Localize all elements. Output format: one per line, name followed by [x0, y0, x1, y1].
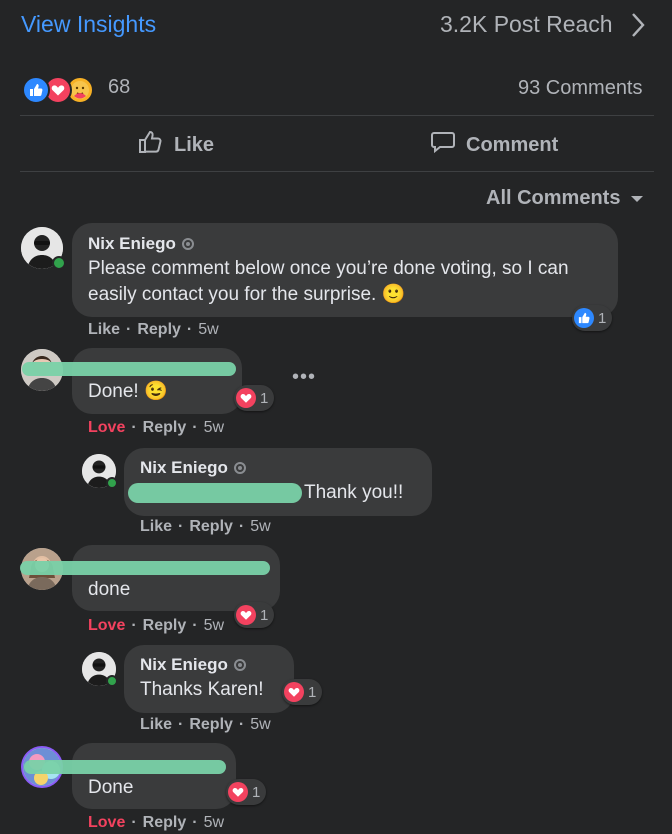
timestamp: 5w: [250, 716, 271, 733]
like-action[interactable]: Like: [140, 716, 172, 734]
like-button[interactable]: Like: [138, 128, 214, 162]
reaction-count: 1: [598, 309, 607, 327]
love-action[interactable]: Love: [88, 617, 125, 635]
reply-action[interactable]: Reply: [143, 419, 187, 437]
caret-down-icon: [630, 187, 644, 210]
like-action[interactable]: Like: [140, 518, 172, 536]
love-icon: [236, 388, 256, 408]
smile-emoji-icon: 🙂: [381, 284, 406, 305]
comment-button-label: Comment: [466, 133, 559, 156]
comment-reactions[interactable]: 1: [226, 779, 267, 805]
reply-reactions[interactable]: 1: [282, 679, 323, 705]
reply-action[interactable]: Reply: [137, 321, 181, 339]
redaction-scribble: [128, 483, 302, 503]
divider: [20, 171, 654, 172]
timestamp: 5w: [250, 518, 271, 535]
online-indicator: [52, 256, 66, 270]
reaction-count: 1: [308, 683, 317, 701]
timestamp: 5w: [203, 617, 225, 634]
wink-emoji-icon: 😉: [143, 381, 168, 402]
redaction-scribble: [22, 362, 236, 376]
filter-label: All Comments: [486, 187, 621, 209]
verified-badge-icon: [181, 238, 194, 250]
reaction-summary[interactable]: [22, 76, 102, 104]
all-comments-filter[interactable]: All Comments: [486, 187, 644, 210]
love-icon: [284, 682, 304, 702]
comment-bubble[interactable]: Nix Eniego Please comment below once you…: [72, 223, 618, 317]
comment-reactions[interactable]: 1: [234, 602, 275, 628]
online-indicator: [106, 477, 118, 489]
comment-text: done: [88, 579, 131, 600]
comment-text: Done!: [88, 381, 139, 402]
reply-action[interactable]: Reply: [189, 716, 233, 734]
comment-author[interactable]: Nix Eniego: [88, 234, 176, 254]
more-options-icon[interactable]: •••: [292, 366, 316, 389]
reaction-count: 1: [260, 389, 269, 407]
timestamp: 5w: [198, 321, 219, 338]
comment-button[interactable]: Comment: [430, 128, 558, 162]
reply-actions: Like · Reply · 5w: [140, 716, 271, 734]
reply-action[interactable]: Reply: [189, 518, 233, 536]
comment-bubble[interactable]: Done: [72, 743, 236, 809]
reaction-count: 1: [252, 783, 261, 801]
view-insights-link[interactable]: View Insights: [21, 11, 156, 38]
comment-text: Please comment below once you’re done vo…: [88, 258, 569, 305]
verified-badge-icon: [233, 462, 246, 474]
love-action[interactable]: Love: [88, 419, 125, 437]
like-icon: [22, 76, 50, 104]
reply-text: Thank you!!: [304, 482, 404, 503]
comment-bubble-icon: [430, 129, 456, 161]
online-indicator: [106, 675, 118, 687]
reply-bubble[interactable]: Nix Eniego Thanks Karen!: [124, 645, 294, 713]
verified-badge-icon: [233, 659, 246, 671]
comment-actions: Love · Reply · 5w: [88, 617, 225, 635]
reply-author[interactable]: Nix Eniego: [140, 458, 228, 478]
post-reach[interactable]: 3.2K Post Reach: [440, 11, 613, 38]
comment-actions: Love · Reply · 5w: [88, 419, 225, 437]
reply-action[interactable]: Reply: [143, 814, 187, 832]
reply-author[interactable]: Nix Eniego: [140, 655, 228, 675]
love-action[interactable]: Love: [88, 814, 125, 832]
timestamp: 5w: [203, 419, 225, 436]
comment-bubble[interactable]: Done! 😉: [72, 348, 242, 414]
reaction-count[interactable]: 68: [108, 76, 130, 99]
like-action[interactable]: Like: [88, 321, 120, 339]
like-icon: [574, 308, 594, 328]
reply-text: Thanks Karen!: [140, 679, 264, 700]
comment-text: Done: [88, 777, 134, 798]
redaction-scribble: [24, 760, 226, 774]
redaction-scribble: [20, 561, 270, 575]
comments-count[interactable]: 93 Comments: [518, 77, 643, 100]
reaction-count: 1: [260, 606, 269, 624]
comment-reactions[interactable]: 1: [234, 385, 275, 411]
reply-actions: Like · Reply · 5w: [140, 518, 271, 536]
like-button-label: Like: [174, 133, 215, 156]
love-icon: [236, 605, 256, 625]
thumbs-up-icon: [138, 129, 164, 161]
divider: [20, 115, 654, 116]
love-icon: [228, 782, 248, 802]
comment-actions: Love · Reply · 5w: [88, 814, 225, 832]
reply-action[interactable]: Reply: [143, 617, 187, 635]
chevron-right-icon[interactable]: [630, 12, 646, 43]
comment-reactions[interactable]: 1: [572, 305, 613, 331]
timestamp: 5w: [203, 814, 225, 831]
comment-actions: Like · Reply · 5w: [88, 321, 219, 339]
reply-bubble[interactable]: Nix Eniego Thank you!!: [124, 448, 432, 516]
